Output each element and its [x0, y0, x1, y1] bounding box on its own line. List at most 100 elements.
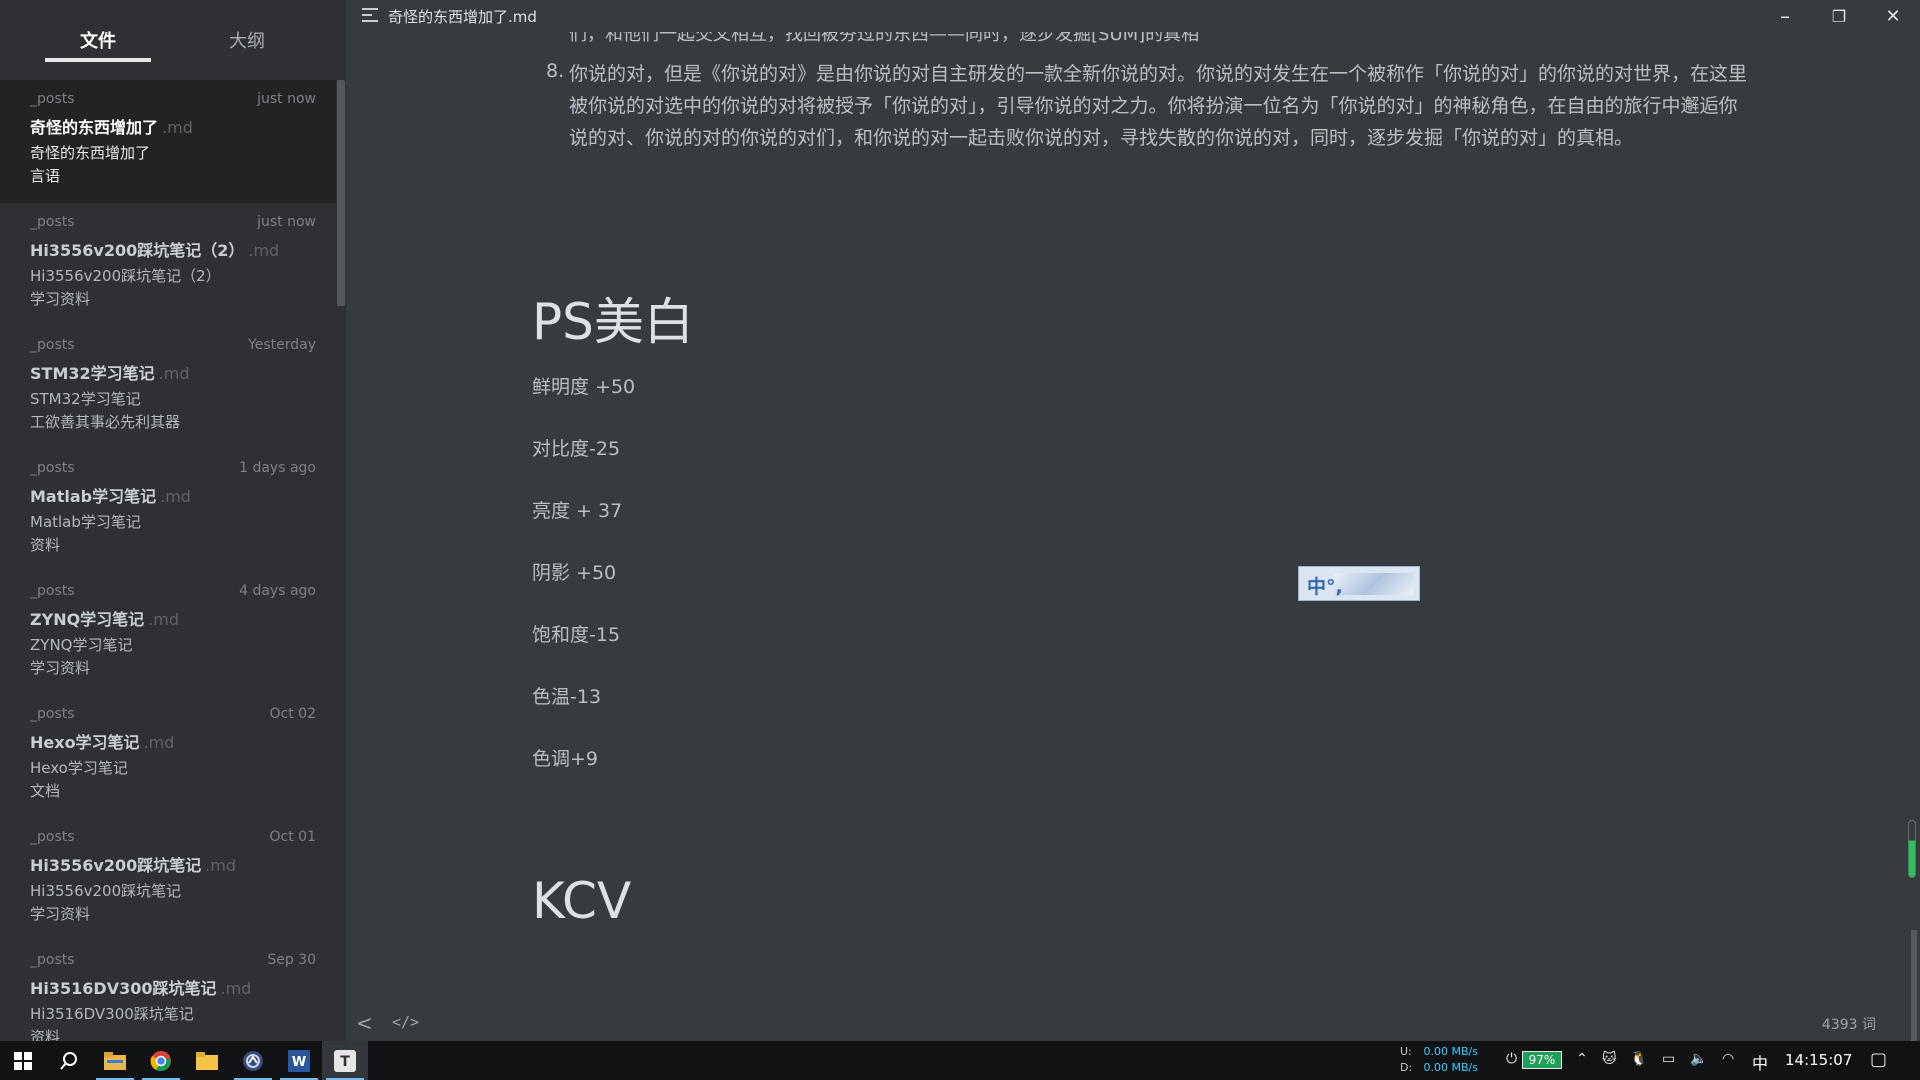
file-modified-time: 4 days ago: [239, 583, 316, 599]
scroll-indicator: [1908, 820, 1916, 878]
source-mode-icon[interactable]: </>: [392, 1013, 419, 1031]
file-list-item[interactable]: _posts 1 days ago Matlab学习笔记 .md Matlab学习笔记资…: [0, 449, 336, 572]
battery-percent[interactable]: 97%: [1522, 1051, 1562, 1069]
file-list-item[interactable]: _posts just now Hi3556v200踩坑笔记（2） .md Hi3556…: [0, 203, 336, 326]
maximize-button[interactable]: ❐: [1812, 0, 1866, 32]
file-modified-time: Sep 30: [267, 952, 316, 968]
paragraph: 色调+9: [532, 748, 599, 770]
file-modified-time: Oct 02: [269, 706, 316, 722]
partial-text-line: 们，和他们一起交叉相互，找回被夯过的东西——同时，逐步发掘[SUM]的真相: [569, 32, 1200, 45]
word-count[interactable]: 4393 词: [1822, 1014, 1876, 1034]
notification-icon[interactable]: ▢: [1870, 1049, 1887, 1070]
file-title-text: Hexo学习笔记: [30, 733, 140, 752]
file-excerpt: 资料: [30, 1028, 61, 1041]
file-extension: .md: [148, 610, 180, 629]
paragraph: 饱和度-15: [532, 624, 621, 646]
chevron-up-icon[interactable]: ⌃: [1576, 1051, 1588, 1067]
file-excerpt: 学习资料: [30, 659, 91, 677]
sidebar-tabs: 文件 大纲: [0, 0, 346, 78]
folder-icon[interactable]: [184, 1041, 230, 1080]
file-excerpt: 言语: [30, 167, 61, 185]
cat-icon[interactable]: 🐱: [1602, 1051, 1617, 1067]
file-list-item[interactable]: _posts Oct 02 Hexo学习笔记 .md Hexo学习笔记 文档: [0, 695, 336, 818]
file-folder: _posts: [30, 952, 75, 968]
upload-label: U:: [1400, 1045, 1412, 1058]
paragraph: 亮度 + 37: [532, 500, 623, 522]
tab-files[interactable]: 文件: [80, 27, 116, 53]
file-modified-time: just now: [257, 91, 316, 107]
heading-ps: PS美白: [532, 293, 694, 351]
file-excerpt: Matlab学习笔记: [30, 513, 141, 531]
svg-text:T: T: [340, 1054, 350, 1070]
file-title-text: STM32学习笔记: [30, 364, 155, 383]
file-folder: _posts: [30, 337, 75, 353]
file-extension: .md: [158, 364, 190, 383]
file-excerpt: 奇怪的东西增加了: [30, 144, 151, 162]
input-language[interactable]: 中: [1752, 1050, 1768, 1074]
file-excerpt: 资料: [30, 536, 61, 554]
tab-outline[interactable]: 大纲: [229, 27, 265, 53]
file-modified-time: Oct 01: [269, 829, 316, 845]
word-icon[interactable]: W: [276, 1041, 322, 1080]
paragraph: 鲜明度 +50: [532, 376, 636, 398]
search-icon[interactable]: [46, 1041, 92, 1080]
file-excerpt: 文档: [30, 782, 61, 800]
app-icon[interactable]: [230, 1041, 276, 1080]
power-plug-icon[interactable]: ⏻: [1506, 1051, 1517, 1067]
file-excerpt: Hi3516DV300踩坑笔记: [30, 1005, 194, 1023]
minimize-button[interactable]: –: [1758, 0, 1812, 32]
file-excerpt: ZYNQ学习笔记: [30, 636, 133, 654]
windows-start-icon[interactable]: [0, 1041, 46, 1080]
file-list-item[interactable]: _posts Sep 30 Hi3516DV300踩坑笔记 .md Hi3516DV30…: [0, 941, 336, 1041]
file-folder: _posts: [30, 460, 75, 476]
ime-toolbar[interactable]: 中°,: [1298, 566, 1420, 601]
file-excerpt: 学习资料: [30, 905, 91, 923]
file-title-text: Hi3516DV300踩坑笔记: [30, 979, 217, 998]
toggle-sidebar-icon[interactable]: <: [356, 1011, 373, 1035]
menu-icon[interactable]: [362, 8, 378, 22]
file-folder: _posts: [30, 706, 75, 722]
file-extension: .md: [220, 979, 252, 998]
status-bar: < </> 4393 词: [346, 1003, 1920, 1041]
file-title: Matlab学习笔记 .md: [30, 483, 191, 507]
qq-penguin-icon[interactable]: 🐧: [1630, 1051, 1647, 1067]
file-title: Hi3556v200踩坑笔记（2） .md: [30, 237, 279, 261]
file-list-item[interactable]: _posts Oct 01 Hi3556v200踩坑笔记 .md Hi3556v200踩…: [0, 818, 336, 941]
sidebar-scrollbar[interactable]: [337, 80, 345, 306]
file-excerpt: Hi3556v200踩坑笔记: [30, 882, 182, 900]
list-number: 8.: [546, 60, 565, 82]
file-folder: _posts: [30, 583, 75, 599]
wifi-icon[interactable]: ◠: [1722, 1051, 1734, 1067]
paragraph: 色温-13: [532, 686, 602, 708]
title-bar: 奇怪的东西增加了.md – ❐ ✕: [346, 0, 1920, 32]
clock[interactable]: 14:15:07: [1785, 1051, 1852, 1069]
typora-icon[interactable]: T: [322, 1041, 368, 1080]
heading-kcv: KCV: [532, 872, 632, 930]
ime-decoration: [1334, 573, 1414, 595]
file-modified-time: Yesterday: [248, 337, 316, 353]
document-title: 奇怪的东西增加了.md: [388, 8, 537, 26]
svg-text:W: W: [292, 1055, 306, 1070]
file-excerpt: STM32学习笔记: [30, 390, 141, 408]
file-list-item[interactable]: _posts Yesterday STM32学习笔记 .md STM32学习笔记 工欲善其…: [0, 326, 336, 449]
file-modified-time: just now: [257, 214, 316, 230]
file-list-item[interactable]: _posts just now 奇怪的东西增加了 .md 奇怪的东西增加了 言语: [0, 80, 336, 203]
file-excerpt: 工欲善其事必先利其器: [30, 413, 181, 431]
file-sidebar: 文件 大纲 _posts just now 奇怪的东西增加了 .md 奇怪的东西增加了言…: [0, 0, 346, 1041]
file-title-text: 奇怪的东西增加了: [30, 118, 159, 137]
battery-icon[interactable]: ▭: [1662, 1051, 1675, 1067]
file-title-text: Matlab学习笔记: [30, 487, 157, 506]
paragraph: 阴影 +50: [532, 562, 617, 584]
active-tab-indicator: [45, 58, 151, 62]
volume-icon[interactable]: 🔈: [1690, 1051, 1707, 1067]
ime-mode-label: 中°,: [1307, 576, 1343, 598]
file-extension: .md: [162, 118, 193, 137]
file-extension: .md: [143, 733, 175, 752]
file-explorer-icon[interactable]: [92, 1041, 138, 1080]
close-button[interactable]: ✕: [1866, 0, 1920, 32]
editor-content[interactable]: 们，和他们一起交叉相互，找回被夯过的东西——同时，逐步发掘[SUM]的真相 8.…: [346, 32, 1920, 1021]
chrome-icon[interactable]: [138, 1041, 184, 1080]
file-list-item[interactable]: _posts 4 days ago ZYNQ学习笔记 .md ZYNQ学习笔记 学习资料: [0, 572, 336, 695]
download-speed: 0.00 MB/s: [1423, 1061, 1478, 1074]
file-extension: .md: [160, 487, 191, 506]
